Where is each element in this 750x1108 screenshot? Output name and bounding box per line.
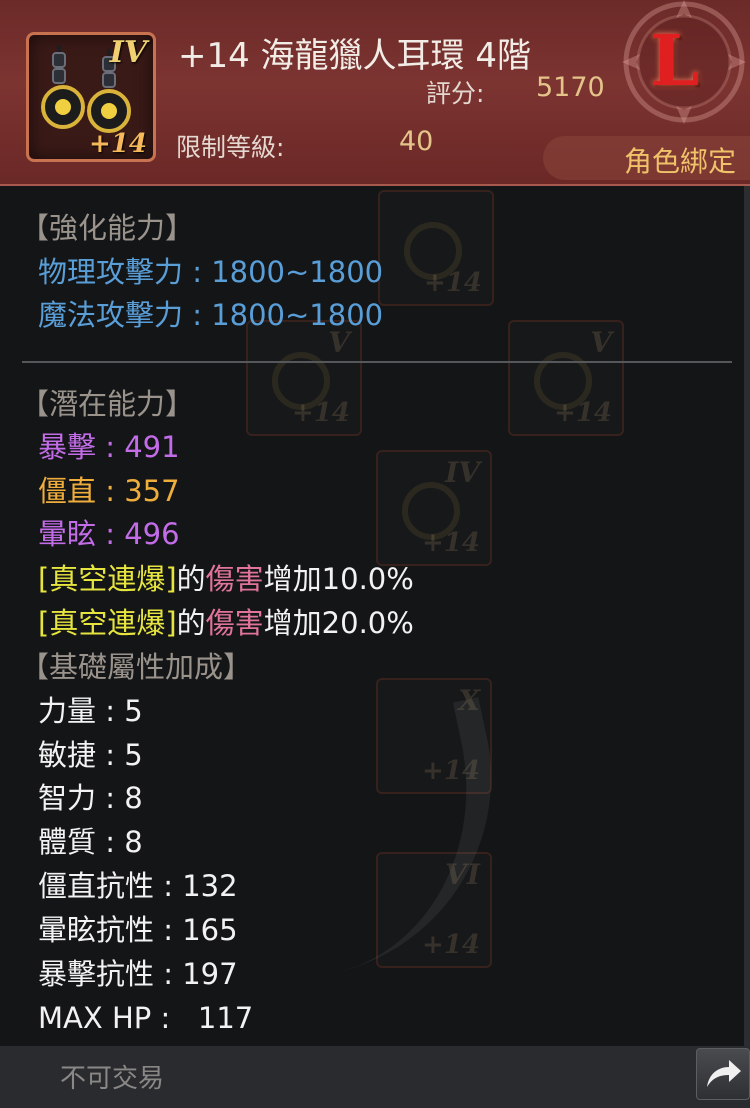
stat-stun-resist: 暈眩抗性 : 165: [38, 913, 238, 947]
ghost-enhance-label: +14: [422, 756, 480, 786]
stat-critical: 暴擊 : 491: [38, 430, 180, 464]
stat-physical-attack: 物理攻擊力 : 1800~1800: [38, 255, 384, 289]
level-requirement-label: 限制等級:: [176, 133, 285, 162]
score-value: 5170: [536, 72, 605, 103]
share-button[interactable]: [696, 1048, 750, 1100]
item-icon[interactable]: IV +14: [26, 32, 156, 162]
skill-bonus-value: 增加10.0%: [263, 562, 414, 596]
stat-max-hp: MAX HP : 117: [38, 1001, 254, 1035]
skill-effect: 傷害: [205, 562, 264, 596]
stat-magic-attack: 魔法攻擊力 : 1800~1800: [38, 298, 384, 332]
trade-status: 不可交易: [60, 1064, 165, 1094]
ghost-tier-label: V: [590, 326, 612, 359]
ghost-tier-label: IV: [445, 456, 480, 489]
ghost-enhance-label: +14: [554, 398, 612, 428]
ghost-slot: IV +14: [376, 450, 492, 566]
stat-stagger: 僵直 : 357: [38, 474, 180, 508]
skill-bonus-line: [真空連爆]的傷害增加10.0%: [38, 565, 414, 594]
skill-name: [真空連爆]: [38, 606, 177, 640]
skill-name: [真空連爆]: [38, 562, 177, 596]
section-title-potential: 【潛在能力】: [20, 387, 195, 421]
ghost-slot: +14: [378, 190, 494, 306]
item-grade-letter: L: [650, 19, 700, 102]
ghost-enhance-label: +14: [424, 268, 482, 298]
stat-stun: 暈眩 : 496: [38, 517, 180, 551]
section-title-enhance: 【強化能力】: [20, 211, 195, 245]
section-divider: [22, 361, 732, 363]
skill-connector: 的: [176, 606, 206, 640]
stat-vitality: 體質 : 8: [38, 825, 143, 859]
ghost-enhance-label: +14: [422, 930, 480, 960]
ghost-slot: VI +14: [376, 852, 492, 968]
ghost-slot: V +14: [508, 320, 624, 436]
ghost-tier-label: X: [458, 684, 480, 717]
ghost-enhance-label: +14: [292, 398, 350, 428]
skill-effect: 傷害: [205, 606, 264, 640]
section-title-base: 【基礎屬性加成】: [20, 650, 253, 684]
level-requirement-value: 40: [399, 126, 434, 157]
item-tooltip-header: IV +14 +14 海龍獵人耳環 4階 評分: 5170 限制等級: 40 L…: [0, 0, 750, 186]
score-label: 評分:: [426, 79, 485, 108]
ghost-slot: V +14: [246, 320, 362, 436]
scrollbar-track[interactable]: [744, 186, 750, 1046]
skill-connector: 的: [176, 562, 206, 596]
stat-intelligence: 智力 : 8: [38, 781, 143, 815]
stat-stagger-resist: 僵直抗性 : 132: [38, 869, 238, 903]
skill-bonus-value: 增加20.0%: [263, 606, 414, 640]
item-tier-label: IV: [109, 35, 147, 70]
stat-agility: 敏捷 : 5: [38, 738, 143, 772]
stat-strength: 力量 : 5: [38, 694, 143, 728]
ghost-slot: X +14: [376, 678, 492, 794]
bind-status-text: 角色綁定: [624, 145, 737, 178]
ghost-tier-label: VI: [445, 858, 480, 891]
earring-icon: [402, 482, 460, 540]
skill-bonus-line: [真空連爆]的傷害增加20.0%: [38, 609, 414, 638]
earring-icon: [404, 222, 462, 280]
arrow-curved-right-icon: [707, 1060, 741, 1087]
ghost-weapon-art: [237, 697, 529, 983]
stat-crit-resist: 暴擊抗性 : 197: [38, 957, 238, 991]
item-name: +14 海龍獵人耳環 4階: [178, 36, 531, 76]
ghost-enhance-label: +14: [422, 528, 480, 558]
item-enhance-label: +14: [89, 129, 147, 159]
